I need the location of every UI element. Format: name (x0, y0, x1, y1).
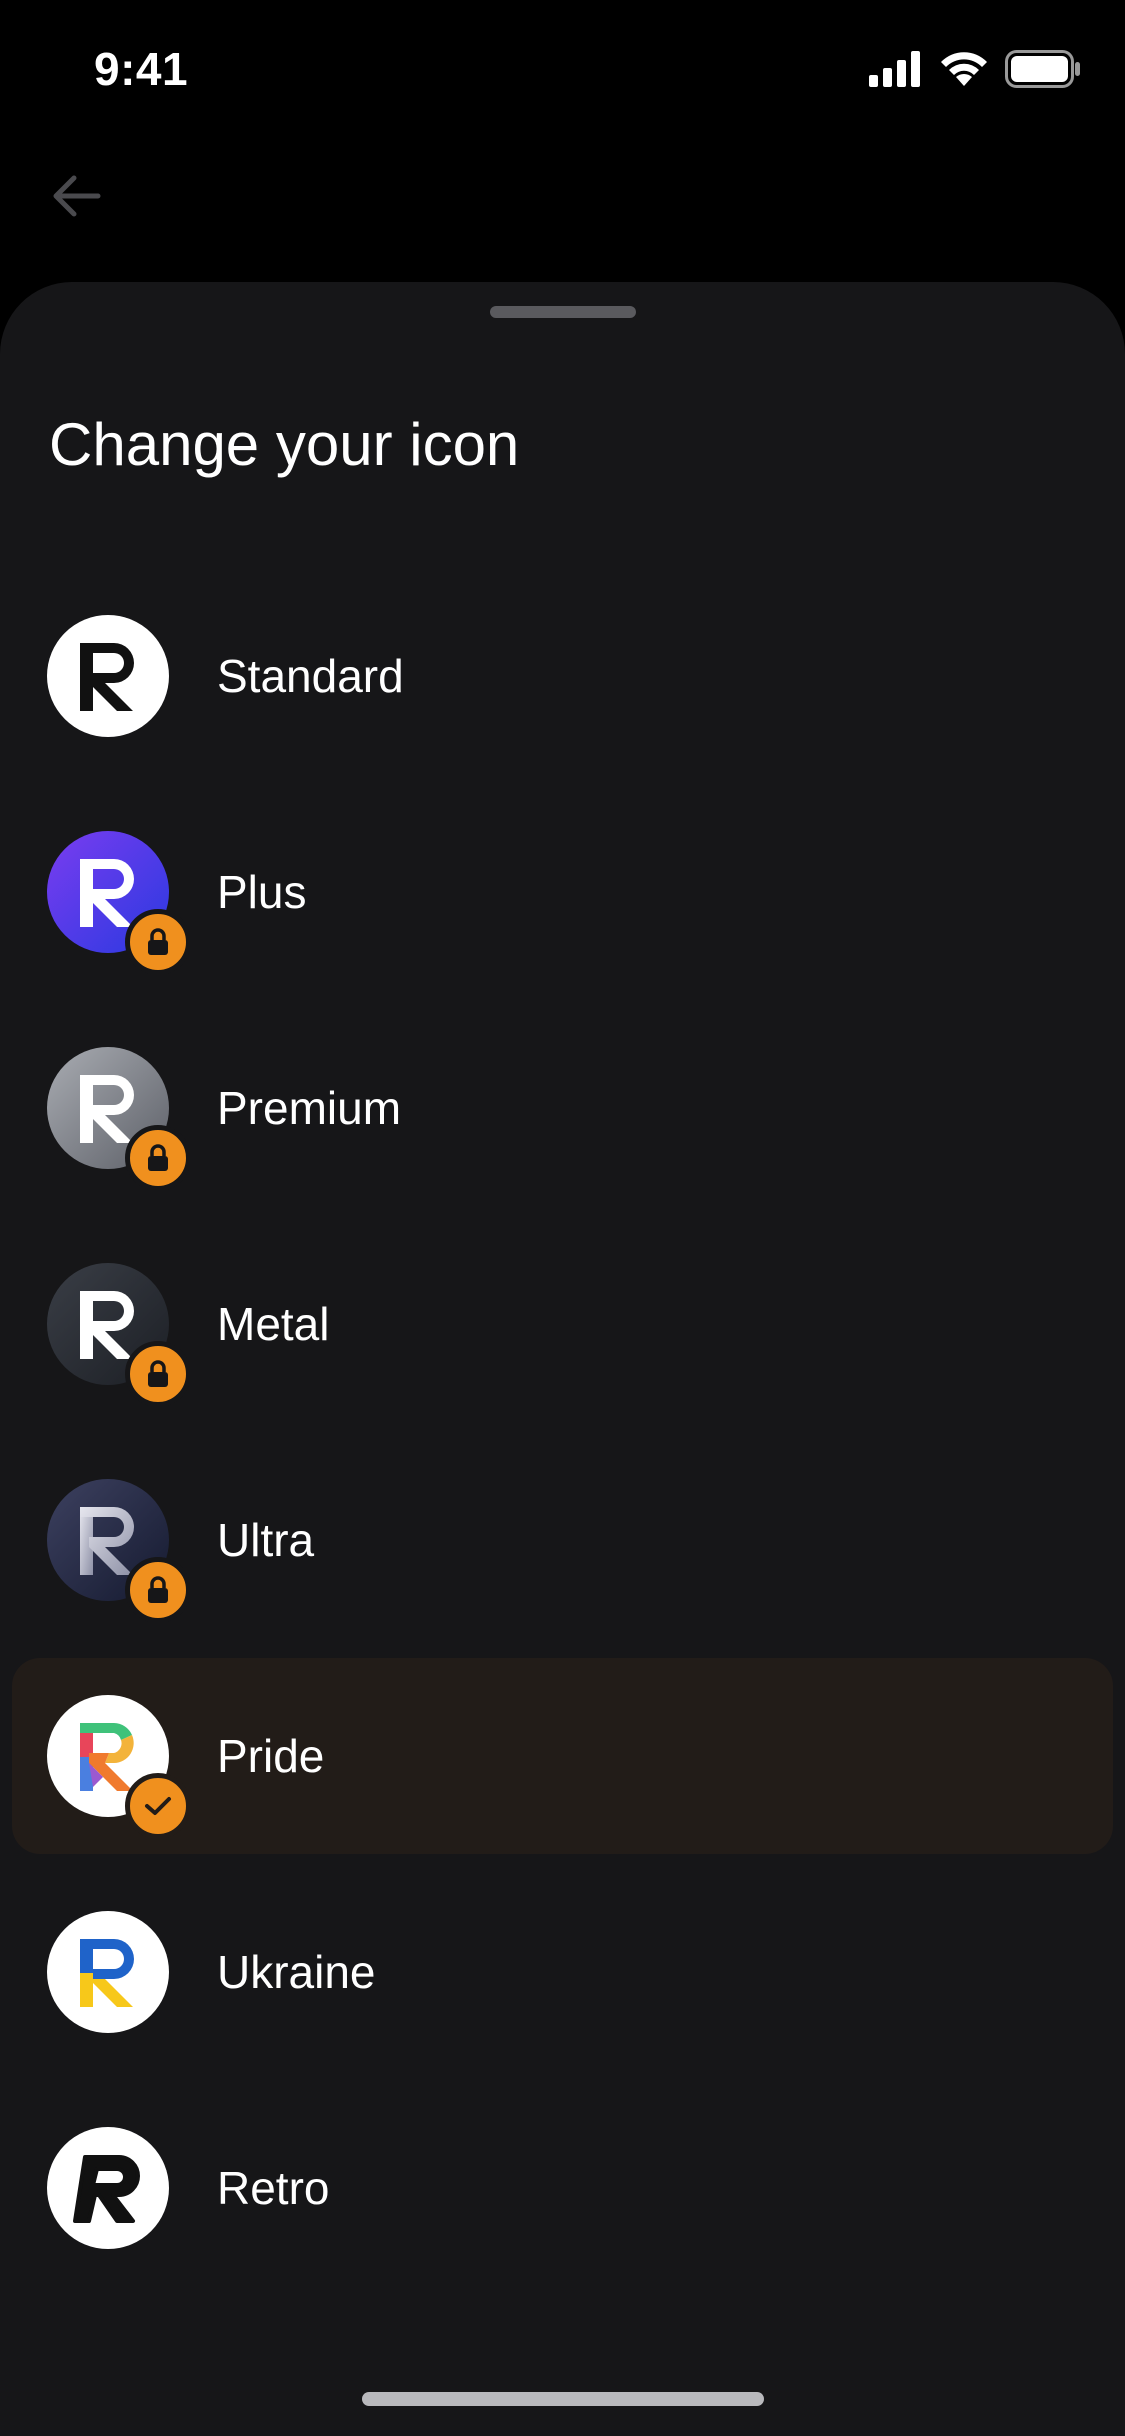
sheet-grabber[interactable] (490, 306, 636, 318)
status-bar: 9:41 (0, 0, 1125, 140)
locked-badge (125, 1341, 191, 1407)
icon-option-label: Ukraine (217, 1946, 376, 1998)
icon-option-ultra[interactable]: Ultra (0, 1432, 1125, 1648)
selected-badge (125, 1773, 191, 1839)
locked-badge (125, 1125, 191, 1191)
icon-option-label: Standard (217, 650, 404, 702)
icon-preview (47, 831, 191, 975)
icon-option-ukraine[interactable]: Ukraine (0, 1864, 1125, 2080)
back-button[interactable] (40, 160, 112, 232)
icon-option-label: Metal (217, 1298, 330, 1350)
icon-option-plus[interactable]: Plus (0, 784, 1125, 1000)
sheet-title: Change your icon (49, 411, 520, 478)
lock-icon (148, 928, 168, 955)
retro-app-icon (47, 2127, 169, 2249)
checkmark-icon (145, 1797, 171, 1815)
icon-option-label: Ultra (217, 1514, 315, 1566)
icon-option-label: Plus (217, 866, 307, 918)
status-time: 9:41 (94, 43, 189, 95)
icon-preview (47, 1911, 169, 2033)
icon-list: Standard Plus Premium Metal Ultra Pride … (0, 568, 1125, 2296)
icon-option-pride[interactable]: Pride (0, 1648, 1125, 1864)
status-icons (869, 50, 1081, 88)
bottom-sheet: Change your icon Standard Plus Premium M… (0, 282, 1125, 2436)
locked-badge (125, 1557, 191, 1623)
icon-option-retro[interactable]: Retro (0, 2080, 1125, 2296)
icon-preview (47, 1263, 191, 1407)
icon-preview (47, 1047, 191, 1191)
screen: 9:41 Change your icon Standard Plus Prem… (0, 0, 1125, 2436)
icon-option-label: Pride (217, 1730, 325, 1782)
icon-option-premium[interactable]: Premium (0, 1000, 1125, 1216)
icon-option-label: Retro (217, 2162, 330, 2214)
icon-option-metal[interactable]: Metal (0, 1216, 1125, 1432)
cellular-signal-icon (869, 51, 920, 87)
lock-icon (148, 1144, 168, 1171)
wifi-icon (941, 52, 987, 86)
locked-badge (125, 909, 191, 975)
lock-icon (148, 1576, 168, 1603)
icon-option-label: Premium (217, 1082, 402, 1134)
home-indicator (362, 2392, 764, 2406)
battery-icon (1005, 50, 1080, 88)
standard-app-icon (47, 615, 169, 737)
icon-preview (47, 2127, 169, 2249)
icon-preview (47, 615, 169, 737)
lock-icon (148, 1360, 168, 1387)
ukraine-app-icon (47, 1911, 169, 2033)
icon-preview (47, 1479, 191, 1623)
icon-preview (47, 1695, 191, 1839)
arrow-left-icon (53, 175, 101, 217)
icon-option-standard[interactable]: Standard (0, 568, 1125, 784)
